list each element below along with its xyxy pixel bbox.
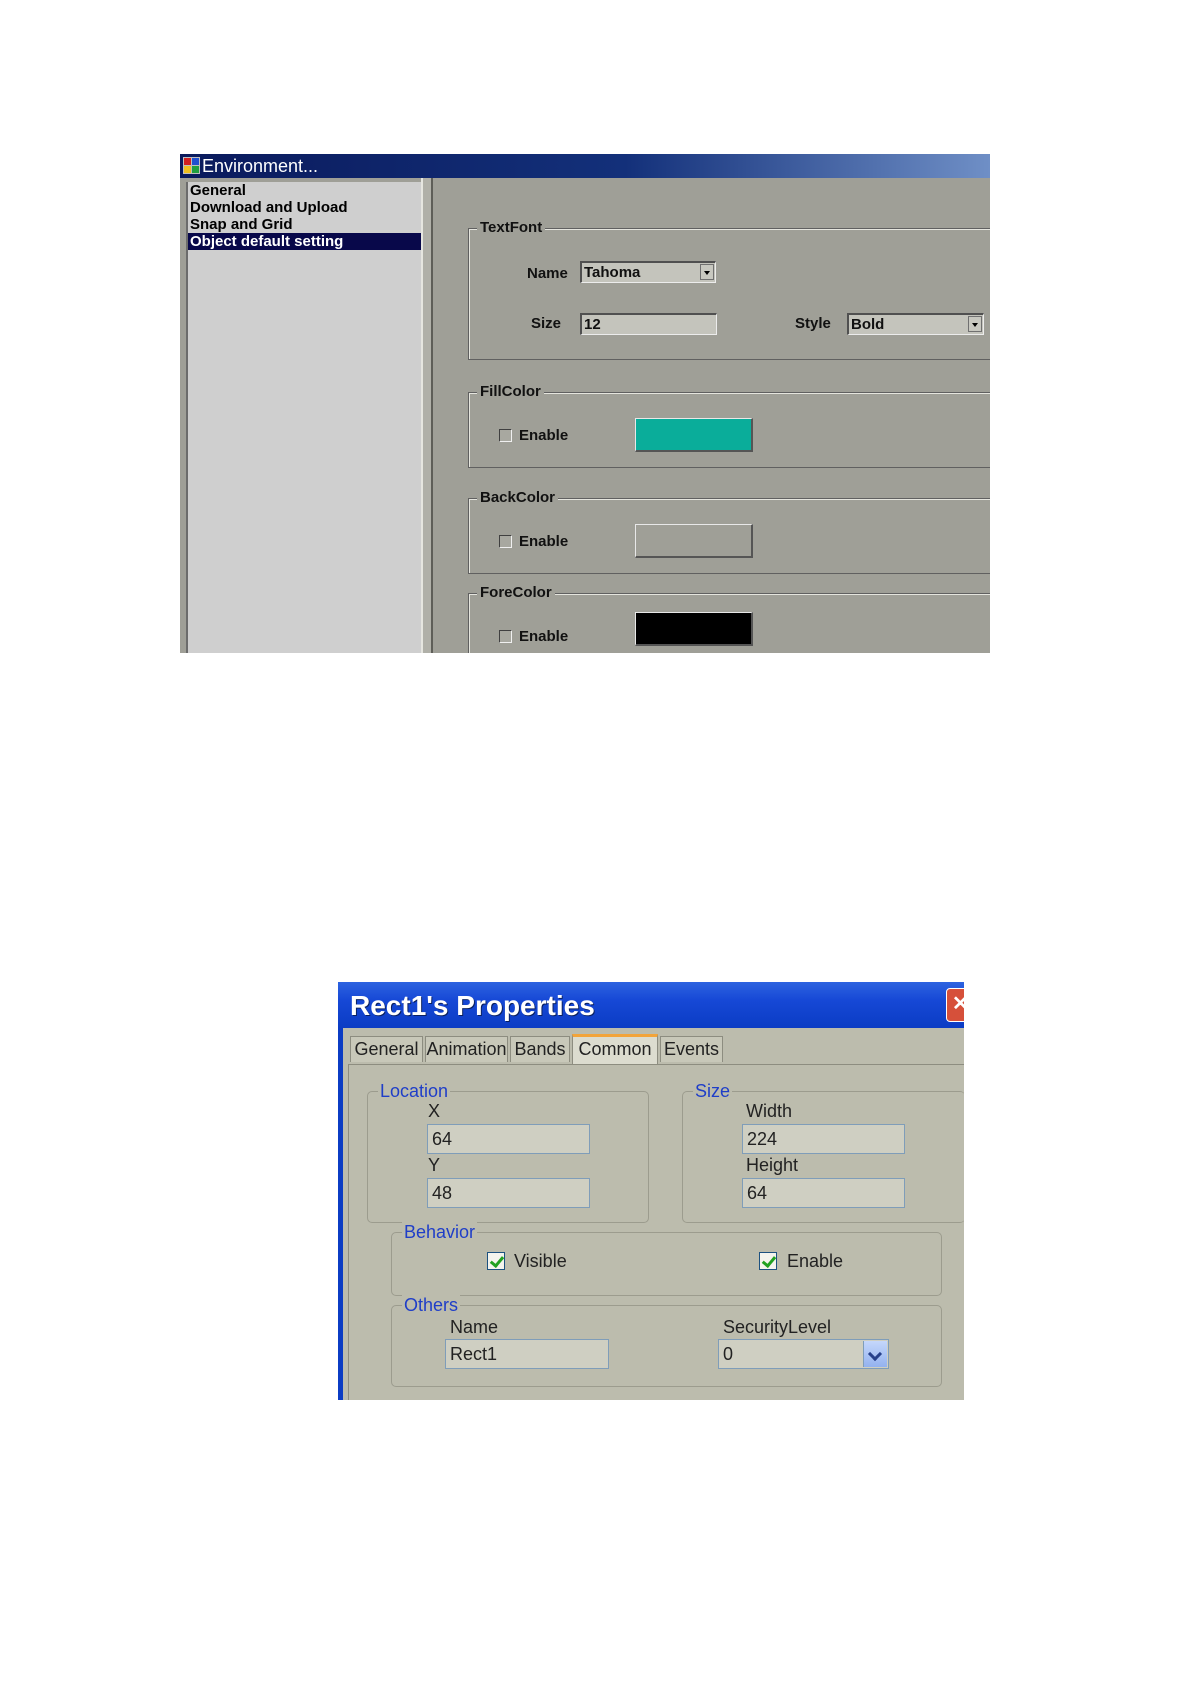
name-value: Rect1 [450, 1344, 498, 1364]
width-value: 224 [747, 1129, 778, 1149]
backcolor-swatch-button[interactable] [635, 524, 753, 558]
font-name-value: Tahoma [584, 264, 641, 281]
backcolor-enable-checkbox[interactable] [499, 535, 512, 548]
fillcolor-enable-label: Enable [519, 427, 569, 444]
app-icon [183, 157, 200, 174]
panel-splitter[interactable] [421, 178, 433, 653]
fillcolor-legend: FillColor [477, 383, 544, 401]
height-input[interactable]: 64 [742, 1178, 905, 1208]
width-label: Width [746, 1101, 793, 1121]
behavior-legend: Behavior [402, 1221, 478, 1243]
font-style-select[interactable]: Bold [847, 313, 984, 335]
properties-dialog: Rect1's Properties ✕ General Animation B… [338, 982, 964, 1400]
font-name-label: Name [527, 265, 568, 282]
environment-title: Environment... [202, 156, 319, 176]
width-input[interactable]: 224 [742, 1124, 905, 1154]
textfont-group: TextFont Name Tahoma Size 12 Style Bold [468, 219, 990, 360]
nav-item-general[interactable]: General [188, 182, 423, 199]
nav-item-snap-grid[interactable]: Snap and Grid [188, 216, 423, 233]
enable-checkbox[interactable] [759, 1252, 777, 1270]
others-group: Others Name Rect1 SecurityLevel 0 [391, 1294, 942, 1387]
font-name-select[interactable]: Tahoma [580, 261, 716, 283]
tab-bands[interactable]: Bands [510, 1036, 570, 1062]
tab-common[interactable]: Common [572, 1034, 658, 1064]
behavior-group: Behavior Visible Enable [391, 1221, 942, 1296]
y-label: Y [428, 1155, 441, 1175]
tab-events[interactable]: Events [660, 1036, 723, 1062]
settings-nav-list: General Download and Upload Snap and Gri… [186, 182, 423, 653]
fillcolor-group: FillColor Enable [468, 383, 990, 468]
font-size-label: Size [531, 315, 562, 332]
environment-title-bar[interactable]: Environment... [180, 154, 990, 178]
tab-animation[interactable]: Animation [425, 1036, 508, 1062]
textfont-legend: TextFont [477, 219, 546, 237]
securitylevel-value: 0 [723, 1344, 734, 1364]
visible-label: Visible [514, 1251, 567, 1271]
y-value: 48 [432, 1183, 453, 1203]
others-legend: Others [402, 1294, 461, 1316]
forecolor-enable-checkbox[interactable] [499, 630, 512, 643]
visible-checkbox[interactable] [487, 1252, 505, 1270]
font-style-value: Bold [851, 316, 885, 333]
nav-item-download-upload[interactable]: Download and Upload [188, 199, 423, 216]
object-default-settings-panel: TextFont Name Tahoma Size 12 Style Bold … [433, 182, 990, 653]
forecolor-enable-label: Enable [519, 628, 569, 645]
name-label: Name [450, 1317, 499, 1337]
font-style-dropdown-icon[interactable] [968, 316, 982, 332]
font-size-input[interactable]: 12 [580, 313, 717, 335]
font-style-label: Style [795, 315, 831, 332]
x-input[interactable]: 64 [427, 1124, 590, 1154]
font-size-value: 12 [584, 316, 601, 333]
x-value: 64 [432, 1129, 453, 1149]
securitylevel-label: SecurityLevel [723, 1317, 832, 1337]
x-label: X [428, 1101, 441, 1121]
window-left-border [338, 1028, 343, 1400]
backcolor-legend: BackColor [477, 489, 559, 507]
environment-dialog: Environment... General Download and Uplo… [180, 154, 990, 653]
properties-title: Rect1's Properties [350, 990, 595, 1021]
location-legend: Location [378, 1080, 451, 1102]
size-group: Size Width 224 Height 64 [682, 1080, 964, 1223]
backcolor-group: BackColor Enable [468, 489, 990, 574]
height-label: Height [746, 1155, 799, 1175]
name-input[interactable]: Rect1 [445, 1339, 609, 1369]
fillcolor-enable-checkbox[interactable] [499, 429, 512, 442]
height-value: 64 [747, 1183, 768, 1203]
securitylevel-select[interactable]: 0 [718, 1339, 889, 1369]
size-legend: Size [693, 1080, 733, 1102]
tab-general[interactable]: General [350, 1036, 423, 1062]
properties-title-bar[interactable]: Rect1's Properties ✕ [338, 982, 964, 1028]
chevron-down-icon[interactable] [863, 1341, 887, 1367]
forecolor-legend: ForeColor [477, 584, 555, 602]
font-name-dropdown-icon[interactable] [700, 264, 714, 280]
close-icon[interactable]: ✕ [946, 988, 964, 1022]
location-group: Location X 64 Y 48 [367, 1080, 649, 1223]
enable-label: Enable [787, 1251, 844, 1271]
forecolor-swatch-button[interactable] [635, 612, 753, 646]
nav-item-object-default-setting[interactable]: Object default setting [188, 233, 423, 250]
forecolor-group: ForeColor Enable [468, 584, 990, 653]
backcolor-enable-label: Enable [519, 533, 569, 550]
fillcolor-swatch-button[interactable] [635, 418, 753, 452]
y-input[interactable]: 48 [427, 1178, 590, 1208]
common-tab-panel: Location X 64 Y 48 Size Width 224 Height… [348, 1064, 964, 1400]
